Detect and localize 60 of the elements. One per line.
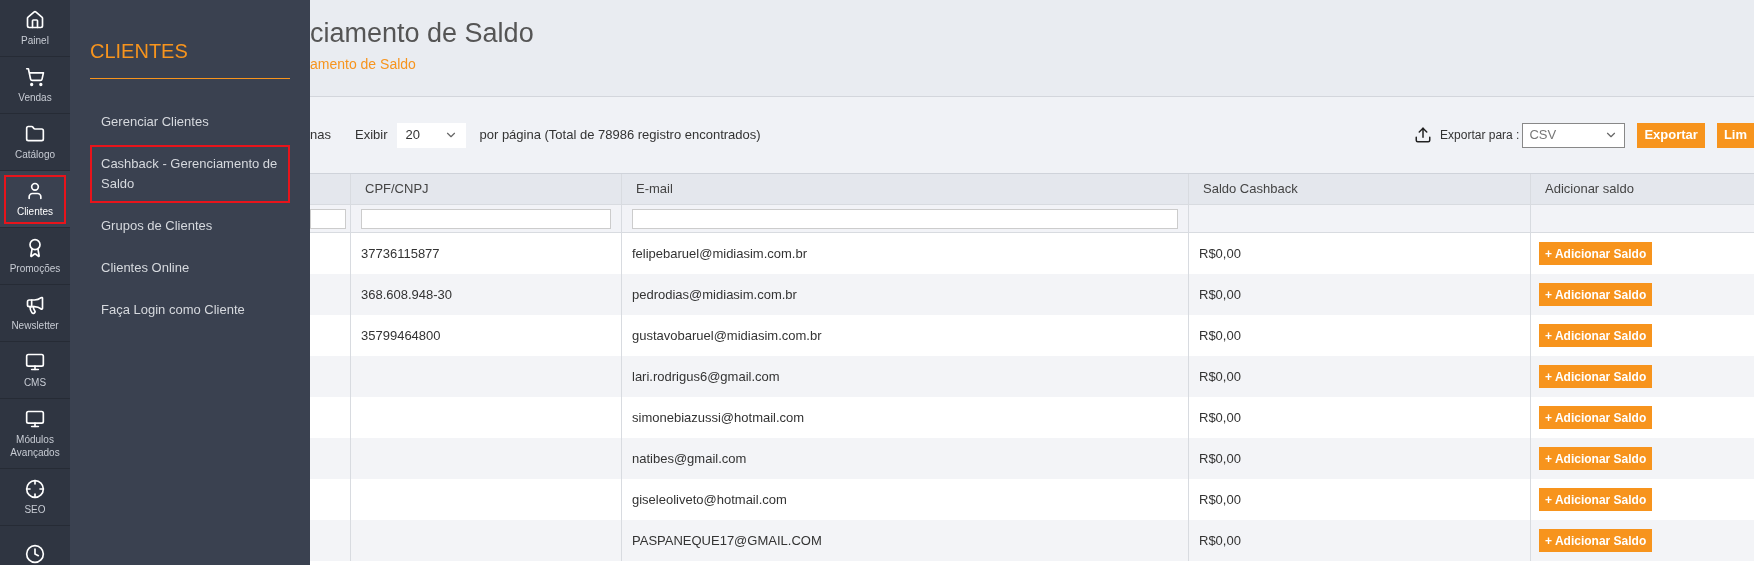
export-label: Exportar para : (1440, 127, 1520, 144)
table-cell-text: giseleoliveto@hotmail.com (632, 490, 787, 509)
flyout-menu-item[interactable]: Clientes Online (90, 249, 290, 287)
sidebar-label: Painel (21, 33, 49, 47)
clock-icon (25, 544, 45, 564)
sidebar-label: Vendas (18, 90, 52, 104)
table-cell-text: pedrodias@midiasim.com.br (632, 285, 797, 304)
show-label: Exibir (354, 126, 388, 145)
cart-icon (25, 66, 45, 87)
table-cell-text: R$0,00 (1199, 326, 1241, 345)
sidebar-label: Promoções (9, 261, 61, 275)
table-cell-text: R$0,00 (1199, 531, 1241, 550)
table-cell-text: R$0,00 (1199, 285, 1241, 304)
table-cell-text: PASPANEQUE17@GMAIL.COM (632, 531, 822, 550)
megaphone-icon (25, 294, 45, 315)
table-cell-text: gustavobaruel@midiasim.com.br (632, 326, 822, 345)
folder-icon (25, 123, 45, 144)
table-cell-text: 35799464800 (361, 326, 441, 345)
crosshair-icon (25, 478, 45, 499)
filter-field[interactable] (632, 208, 1178, 229)
sidebar-label: Clientes (16, 204, 54, 218)
column-header: CPF/CNPJ (365, 180, 429, 199)
column-header: Adicionar saldo (1545, 180, 1634, 199)
column-header: E-mail (636, 180, 673, 199)
page-title: ciamento de Saldo (310, 17, 535, 50)
table-cell-text: R$0,00 (1199, 244, 1241, 263)
table-cell-text: 37736115877 (361, 244, 440, 263)
sidebar-label: SEO (24, 502, 46, 516)
user-icon (25, 180, 45, 201)
table-cell-text: R$0,00 (1199, 367, 1241, 386)
table-cell-text: lari.rodrigus6@gmail.com (632, 367, 780, 386)
filter-field[interactable] (310, 208, 346, 229)
table-cell-text: 368.608.948-30 (361, 285, 453, 304)
flyout-title: CLIENTES (90, 36, 290, 79)
flyout-menu-item[interactable]: Gerenciar Clientes (90, 103, 290, 141)
monitor-icon (25, 408, 45, 429)
flyout-menu-item[interactable]: Grupos de Clientes (90, 207, 290, 245)
per-page-text: por página (Total de 78986 registro encontrados) (479, 126, 761, 145)
table-cell-text: simonebiazussi@hotmail.com (632, 408, 805, 427)
sidebar-label: CMS (23, 375, 47, 389)
sidebar-label: Catálogo (15, 147, 55, 161)
flyout-menu-item[interactable]: Cashback - Gerenciamento de Saldo (90, 145, 290, 203)
column-header: Saldo Cashback (1203, 180, 1298, 199)
table-cell-text: R$0,00 (1199, 449, 1241, 468)
sidebar-label: Newsletter (11, 318, 59, 332)
table-cell-text: R$0,00 (1199, 490, 1241, 509)
per-page-select[interactable]: 20 (397, 122, 467, 148)
pages-label: nas (310, 126, 331, 145)
home-icon (25, 9, 45, 30)
table-cell-text: R$0,00 (1199, 408, 1241, 427)
filter-field[interactable] (361, 208, 611, 229)
table-cell-text: natibes@gmail.com (632, 449, 747, 468)
export-icon (1414, 126, 1433, 144)
monitor-icon (25, 351, 45, 372)
sidebar-label: Módulos Avançados (9, 432, 61, 459)
breadcrumb: amento de Saldo (310, 55, 417, 74)
export-format-select[interactable]: CSV (1522, 122, 1626, 148)
table-cell-text: felipebaruel@midiasim.com.br (632, 244, 808, 263)
flyout-menu-item[interactable]: Faça Login como Cliente (90, 291, 290, 329)
sidebar-item[interactable]: Clientes (0, 171, 70, 228)
